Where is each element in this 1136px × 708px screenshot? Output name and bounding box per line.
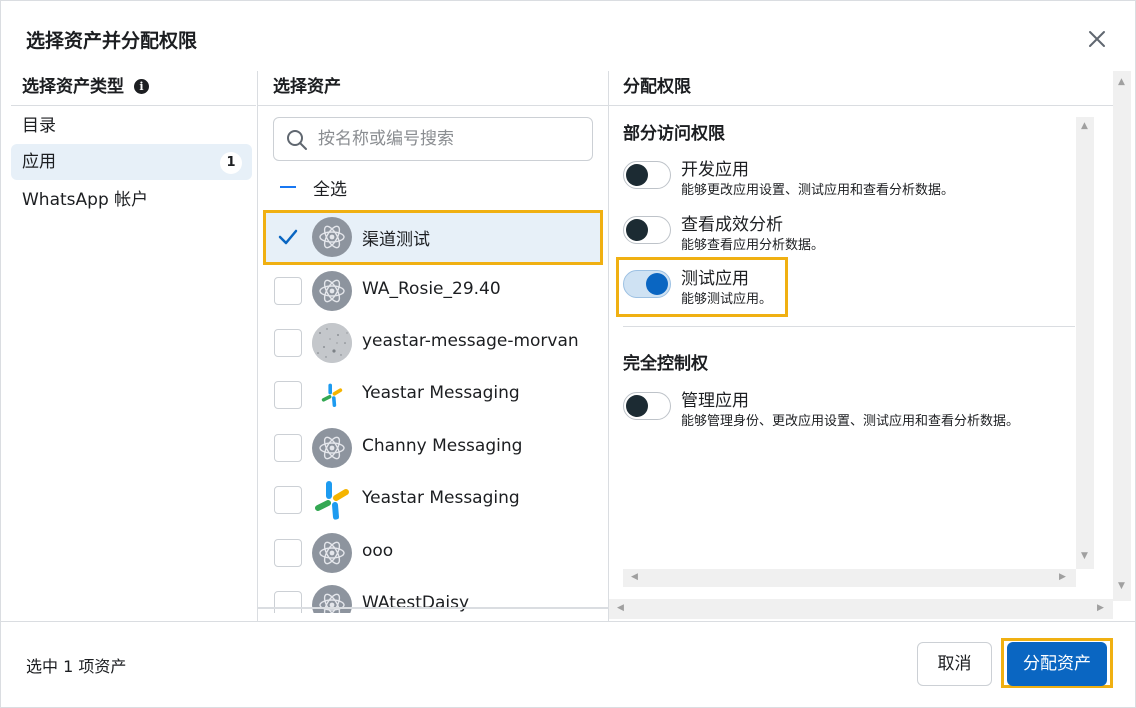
asset-name: yeastar-message-morvan [362,331,579,351]
asset-name: Yeastar Messaging [362,383,520,403]
scroll-left-arrow-icon[interactable]: ◀ [617,603,624,613]
asset-checkbox[interactable] [274,381,302,409]
full-control-title: 完全控制权 [623,354,708,374]
column-header-divider [609,105,1113,106]
scroll-up-arrow-icon[interactable]: ▲ [1118,77,1125,87]
section-divider [623,326,1075,327]
column-header-divider [11,105,256,106]
asset-type-whatsapp[interactable]: WhatsApp 帐户 [11,182,252,218]
toggle-knob [626,395,648,417]
column-header-divider [258,105,608,106]
asset-name: Channy Messaging [362,436,523,456]
outer-horizontal-scrollbar[interactable]: ◀ ▶ [609,599,1113,619]
footer-divider [1,621,1136,622]
asset-name: WAtestDaisy [362,593,470,613]
select-all-checkbox[interactable] [277,176,299,198]
selected-count: 选中 1 项资产 [26,657,127,676]
partial-access-title: 部分访问权限 [623,124,725,144]
asset-checkbox[interactable] [274,277,302,305]
asset-row[interactable]: yeastar-message-morvan [266,317,602,369]
permission-desc: 能够管理身份、更改应用设置、测试应用和查看分析数据。 [681,414,1020,429]
permission-name: 管理应用 [681,391,749,411]
asset-type-header: 选择资产类型 i [22,72,149,97]
permission-toggle[interactable] [623,216,671,244]
asset-name: Yeastar Messaging [362,488,520,508]
search-box[interactable] [273,117,593,161]
asset-name: ooo [362,541,394,561]
yeastar-logo-icon [312,375,352,415]
permission-toggle[interactable] [623,392,671,420]
permission-desc: 能够更改应用设置、测试应用和查看分析数据。 [681,183,955,198]
inner-horizontal-scrollbar[interactable]: ◀ ▶ [623,569,1076,587]
assets-header: 选择资产 [273,77,341,97]
highlight-selected-asset [263,210,603,265]
asset-name: WA_Rosie_29.40 [362,279,501,299]
yeastar-logo-icon [312,480,352,520]
asset-row[interactable]: Yeastar Messaging [266,369,602,421]
scroll-down-arrow-icon[interactable]: ▼ [1081,551,1088,561]
highlight-test-app-permission [616,257,788,317]
scroll-right-arrow-icon[interactable]: ▶ [1097,603,1104,613]
asset-row[interactable]: Channy Messaging [266,422,602,474]
assign-assets-dialog: 选择资产并分配权限 选择资产类型 i 目录 应用 1 WhatsApp 帐户 选择… [0,0,1136,708]
asset-checkbox[interactable] [274,591,302,613]
asset-type-header-label: 选择资产类型 [22,77,124,97]
asset-checkbox[interactable] [274,486,302,514]
scroll-up-arrow-icon[interactable]: ▲ [1081,121,1088,131]
asset-checkbox[interactable] [274,329,302,357]
close-icon[interactable] [1083,25,1111,53]
list-bottom-edge [258,607,608,609]
search-input[interactable] [318,126,578,152]
select-all-label: 全选 [313,180,347,200]
asset-type-label: 目录 [22,116,56,136]
toggle-knob [626,164,648,186]
asset-type-catalog[interactable]: 目录 [11,108,252,144]
asset-checkbox[interactable] [274,539,302,567]
asset-list[interactable]: 渠道测试 WA_Rosie_29.40 yeastar-message-morv… [258,209,608,613]
toggle-knob [626,219,648,241]
permissions-header: 分配权限 [623,77,691,97]
scroll-down-arrow-icon[interactable]: ▼ [1118,581,1125,591]
asset-type-apps[interactable]: 应用 1 [11,144,252,180]
atom-icon [312,533,352,573]
info-icon[interactable]: i [134,79,149,94]
atom-icon [312,428,352,468]
noise-image-icon [312,323,352,363]
asset-checkbox[interactable] [274,434,302,462]
asset-row[interactable]: ooo [266,527,602,579]
permission-name: 查看成效分析 [681,215,783,235]
inner-vertical-scrollbar[interactable]: ▲ ▼ [1076,117,1094,569]
search-icon [287,130,307,150]
atom-icon [312,271,352,311]
count-badge: 1 [220,152,242,174]
permission-desc: 能够查看应用分析数据。 [681,238,825,253]
outer-vertical-scrollbar[interactable]: ▲ ▼ [1113,71,1131,601]
asset-type-label: WhatsApp 帐户 [22,190,149,210]
assign-assets-button[interactable]: 分配资产 [1007,642,1107,686]
asset-row[interactable]: WA_Rosie_29.40 [266,265,602,317]
column-divider [608,71,609,621]
asset-row[interactable]: Yeastar Messaging [266,474,602,526]
scroll-left-arrow-icon[interactable]: ◀ [631,572,638,582]
dialog-title: 选择资产并分配权限 [26,30,198,52]
permission-name: 开发应用 [681,160,749,180]
scroll-right-arrow-icon[interactable]: ▶ [1059,572,1066,582]
permission-toggle[interactable] [623,161,671,189]
asset-type-label: 应用 [22,152,56,172]
cancel-button[interactable]: 取消 [917,642,992,686]
